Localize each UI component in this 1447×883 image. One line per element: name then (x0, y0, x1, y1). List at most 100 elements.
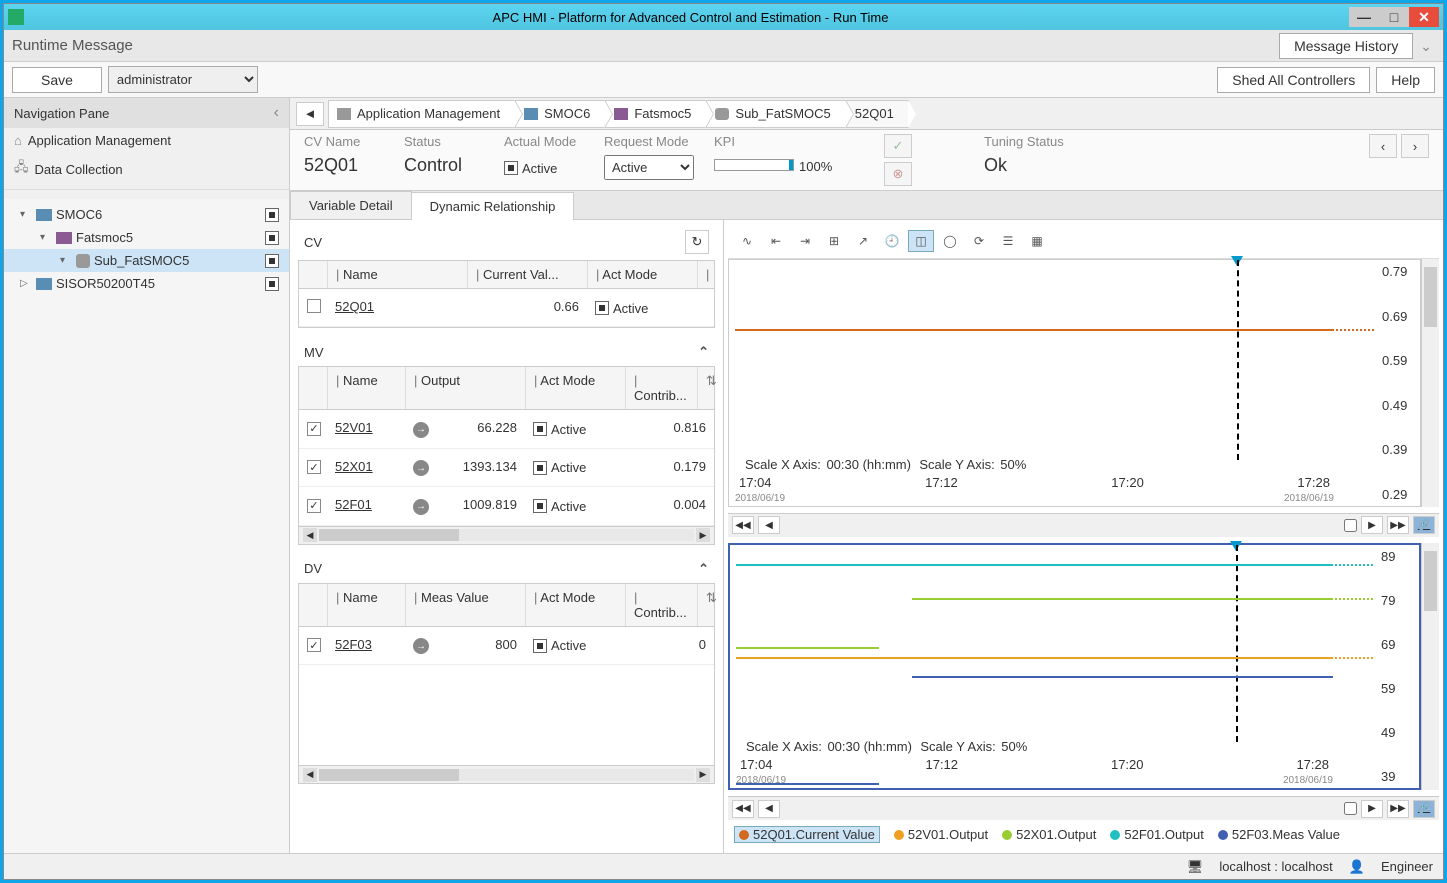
table-row[interactable]: 52Q010.66Active (299, 289, 714, 327)
chart-tool-11[interactable]: ▦ (1024, 230, 1050, 252)
mv-section-title: MV (304, 345, 324, 360)
host-label: localhost : localhost (1219, 859, 1332, 874)
shed-controllers-button[interactable]: Shed All Controllers (1217, 67, 1370, 93)
chart1-vscroll[interactable] (1421, 259, 1439, 507)
chart-tool-3[interactable]: ⇥ (792, 230, 818, 252)
crumb-52Q01[interactable]: 52Q01 (846, 100, 909, 128)
chart-link-button[interactable]: 🔗 (1413, 800, 1435, 818)
chart-toolbar: ∿ ⇤ ⇥ ⊞ ↗ 🕘 ◫ ◯ ⟳ ☰ ▦ (728, 224, 1439, 259)
tree-item-Fatsmoc5[interactable]: ▾Fatsmoc5 (4, 226, 289, 249)
info-bar: CV Name52Q01 StatusControl Actual ModeAc… (290, 130, 1443, 191)
chart-last-button[interactable]: ▶▶ (1387, 800, 1409, 818)
left-panel: CV↻ | Name| Current Val...| Act Mode| 52… (290, 220, 724, 853)
chart-prev-button[interactable]: ◀ (758, 800, 780, 818)
nav-tree: ▾SMOC6▾Fatsmoc5▾Sub_FatSMOC5▷SISOR50200T… (4, 199, 289, 853)
chart-first-button[interactable]: ◀◀ (732, 516, 754, 534)
check-button[interactable]: ✓ (884, 134, 912, 158)
tree-item-Sub_FatSMOC5[interactable]: ▾Sub_FatSMOC5 (4, 249, 289, 272)
legend: 52Q01.Current Value 52V01.Output 52X01.Out… (728, 820, 1439, 849)
chevron-down-icon[interactable]: ⌄ (1417, 38, 1435, 55)
legend-52Q01.Current Value[interactable]: 52Q01.Current Value (734, 826, 880, 843)
crumb-Sub_FatSMOC5[interactable]: Sub_FatSMOC5 (706, 100, 845, 128)
chart-tool-1[interactable]: ∿ (734, 230, 760, 252)
nav-pane-header: Navigation Pane ‹ (4, 98, 289, 128)
crumb-Fatsmoc5[interactable]: Fatsmoc5 (605, 100, 706, 128)
cv-table: | Name| Current Val...| Act Mode| 52Q010… (298, 260, 715, 328)
crumb-SMOC6[interactable]: SMOC6 (515, 100, 605, 128)
home-icon: ⌂ (14, 133, 22, 148)
request-mode-select[interactable]: Active (604, 155, 694, 180)
chart-tool-6[interactable]: 🕘 (879, 230, 905, 252)
chart-1[interactable]: Scale X Axis: 00:30 (hh:mm) Scale Y Axis… (728, 259, 1421, 507)
legend-52F01.Output[interactable]: 52F01.Output (1110, 826, 1204, 843)
table-row[interactable]: 52F03→800Active0 (299, 627, 714, 666)
chart-checkbox[interactable] (1344, 519, 1357, 532)
data-icon: 🖧 (14, 158, 29, 180)
table-row[interactable]: 52V01→66.228Active0.816 (299, 410, 714, 449)
message-bar: Runtime Message Message History ⌄ (4, 30, 1443, 62)
refresh-button[interactable]: ↻ (685, 230, 709, 254)
chart-tool-10[interactable]: ☰ (995, 230, 1021, 252)
mv-collapse-icon[interactable]: ⌃ (698, 344, 709, 360)
nav-data-collection[interactable]: 🖧Data Collection (4, 153, 289, 185)
legend-52X01.Output[interactable]: 52X01.Output (1002, 826, 1096, 843)
runtime-message-label: Runtime Message (12, 37, 133, 54)
tree-item-SMOC6[interactable]: ▾SMOC6 (4, 203, 289, 226)
chart-last-button[interactable]: ▶▶ (1387, 516, 1409, 534)
tab-dynamic-relationship[interactable]: Dynamic Relationship (411, 192, 575, 220)
chart-prev-button[interactable]: ◀ (758, 516, 780, 534)
toolbar: Save administrator Shed All Controllers … (4, 62, 1443, 98)
user-icon: 👤 (1349, 859, 1365, 875)
chart2-vscroll[interactable] (1421, 543, 1439, 791)
crumb-Application Management[interactable]: Application Management (328, 100, 515, 128)
tab-variable-detail[interactable]: Variable Detail (290, 191, 412, 219)
navigation-pane: Navigation Pane ‹ ⌂Application Managemen… (4, 98, 290, 853)
kpi-value: 100% (714, 155, 864, 176)
y-axis-1: 0.790.690.590.490.390.29 (1380, 260, 1420, 506)
help-button[interactable]: Help (1376, 67, 1435, 93)
maximize-button[interactable]: □ (1379, 7, 1409, 27)
titlebar: APC HMI - Platform for Advanced Control … (4, 4, 1443, 30)
dv-collapse-icon[interactable]: ⌃ (698, 561, 709, 577)
cancel-button[interactable]: ⊗ (884, 162, 912, 186)
chart-2[interactable]: Scale X Axis: 00:30 (hh:mm) Scale Y Axis… (728, 543, 1421, 791)
message-history-button[interactable]: Message History (1279, 33, 1413, 59)
chart-panel: ∿ ⇤ ⇥ ⊞ ↗ 🕘 ◫ ◯ ⟳ ☰ ▦ Scale X Axis: 00:3… (724, 220, 1443, 853)
chart-first-button[interactable]: ◀◀ (732, 800, 754, 818)
chart-2-footer: ◀◀ ◀ ▶ ▶▶ 🔗 (728, 796, 1439, 820)
chart-tool-5[interactable]: ↗ (850, 230, 876, 252)
chart-next-button[interactable]: ▶ (1361, 800, 1383, 818)
table-row[interactable]: 52X01→1393.134Active0.179 (299, 449, 714, 488)
nav-app-management[interactable]: ⌂Application Management (4, 128, 289, 153)
chart-checkbox[interactable] (1344, 802, 1357, 815)
host-icon: 🖥 (1187, 859, 1204, 875)
chart-next-button[interactable]: ▶ (1361, 516, 1383, 534)
legend-52V01.Output[interactable]: 52V01.Output (894, 826, 988, 843)
dv-section-title: DV (304, 561, 322, 576)
back-button[interactable]: ◄ (296, 102, 324, 126)
mv-scrollbar[interactable]: ◀▶ (299, 526, 714, 544)
chart-tool-7[interactable]: ◫ (908, 230, 934, 252)
save-button[interactable]: Save (12, 67, 102, 93)
tree-item-SISOR50200T45[interactable]: ▷SISOR50200T45 (4, 272, 289, 295)
cursor-line[interactable] (1237, 260, 1239, 460)
breadcrumb-bar: ◄ Application ManagementSMOC6Fatsmoc5Sub… (290, 98, 1443, 130)
close-button[interactable]: ✕ (1409, 7, 1439, 27)
chart-link-button[interactable]: 🔗 (1413, 516, 1435, 534)
chart-tool-2[interactable]: ⇤ (763, 230, 789, 252)
minimize-button[interactable]: — (1349, 7, 1379, 27)
legend-52F03.Meas Value[interactable]: 52F03.Meas Value (1218, 826, 1340, 843)
chart-tool-8[interactable]: ◯ (937, 230, 963, 252)
dv-scrollbar[interactable]: ◀▶ (299, 765, 714, 783)
chart-tool-9[interactable]: ⟳ (966, 230, 992, 252)
next-button[interactable]: › (1401, 134, 1429, 158)
cursor-line[interactable] (1236, 545, 1238, 743)
chart-tool-4[interactable]: ⊞ (821, 230, 847, 252)
chart-1-footer: ◀◀ ◀ ▶ ▶▶ 🔗 (728, 513, 1439, 537)
user-select[interactable]: administrator (108, 66, 258, 93)
table-row[interactable]: 52F01→1009.819Active0.004 (299, 487, 714, 526)
prev-button[interactable]: ‹ (1369, 134, 1397, 158)
dv-table: | Name| Meas Value| Act Mode| Contrib...… (298, 583, 715, 785)
collapse-icon[interactable]: ‹ (274, 104, 279, 122)
app-window: APC HMI - Platform for Advanced Control … (3, 3, 1444, 880)
